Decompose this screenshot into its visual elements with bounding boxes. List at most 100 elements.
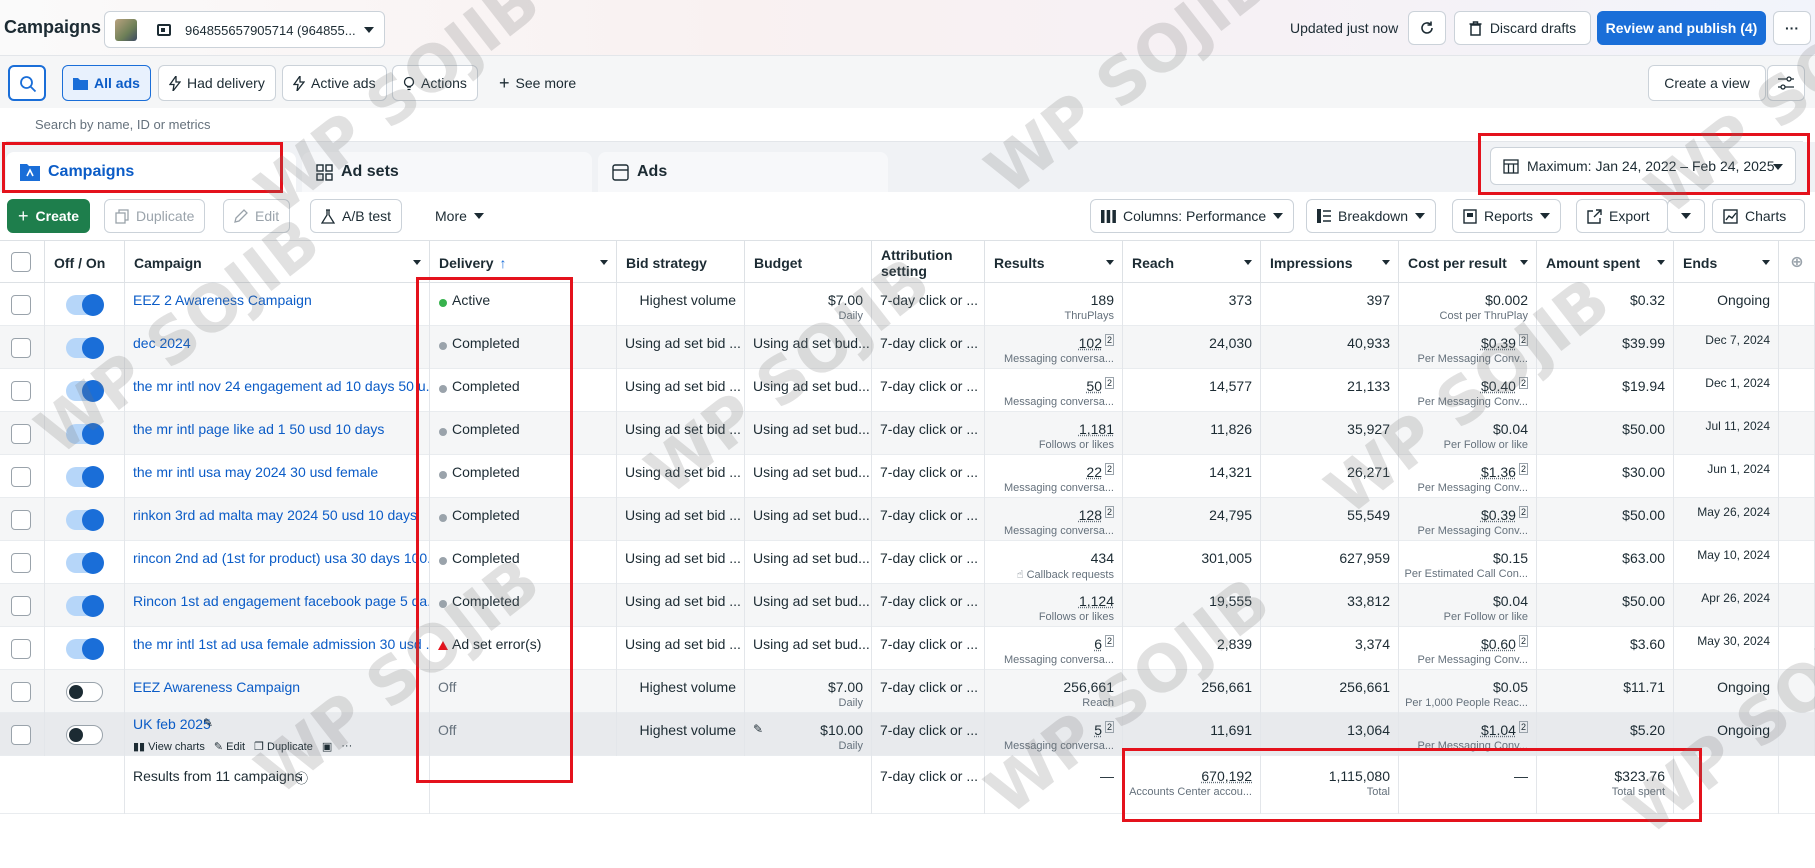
header-bid-strategy[interactable]: Bid strategy [617, 241, 745, 284]
charts-button[interactable]: Charts [1712, 199, 1805, 233]
budget-cell: Using ad set bud... [745, 369, 872, 412]
info-icon[interactable]: ⓘ [295, 768, 308, 787]
date-range-picker[interactable]: Maximum: Jan 24, 2022 – Feb 24, 2025 [1490, 147, 1796, 185]
see-more-filters-button[interactable]: + See more [488, 65, 587, 101]
ab-test-button[interactable]: A/B test [310, 199, 403, 233]
campaign-name-link[interactable]: UK feb 2025 [133, 716, 211, 732]
filter-had-delivery[interactable]: Had delivery [158, 65, 276, 101]
tab-ads[interactable]: Ads [598, 152, 888, 192]
export-button[interactable]: Export [1576, 199, 1668, 233]
table-row[interactable]: the mr intl nov 24 engagement ad 10 days… [0, 369, 1815, 412]
header-impressions[interactable]: Impressions [1261, 241, 1399, 284]
more-button[interactable]: More [424, 199, 495, 233]
row-checkbox[interactable] [11, 467, 31, 487]
campaign-name-link[interactable]: rinkon 3rd ad malta may 2024 50 usd 10 d… [133, 507, 417, 523]
table-row[interactable]: the mr intl usa may 2024 30 usd female C… [0, 455, 1815, 498]
campaign-toggle[interactable] [66, 466, 104, 488]
callback-requests-link[interactable]: ☝ Callback requests [1017, 568, 1114, 581]
filter-all-ads[interactable]: All ads [62, 65, 151, 101]
campaign-toggle[interactable] [66, 294, 104, 316]
header-campaign[interactable]: Campaign [125, 241, 430, 284]
campaign-toggle[interactable] [66, 638, 104, 660]
view-charts-link[interactable]: ▮▮ View charts [133, 740, 205, 753]
more-dots-icon[interactable]: ··· [341, 740, 352, 753]
row-checkbox[interactable] [11, 596, 31, 616]
edit-button[interactable]: Edit [223, 199, 291, 233]
table-row[interactable]: UK feb 2025 ✎ ▮▮ View charts ✎ Edit ❐ Dup… [0, 713, 1815, 756]
row-checkbox[interactable] [11, 295, 31, 315]
reach-cell: 19,555 [1123, 584, 1261, 627]
campaign-toggle[interactable] [66, 552, 104, 574]
breakdown-button[interactable]: Breakdown [1306, 199, 1437, 233]
discard-drafts-button[interactable]: Discard drafts [1454, 11, 1591, 45]
campaign-name-link[interactable]: EEZ Awareness Campaign [133, 679, 300, 695]
row-checkbox[interactable] [11, 553, 31, 573]
row-checkbox[interactable] [11, 424, 31, 444]
row-checkbox[interactable] [11, 381, 31, 401]
tab-campaigns[interactable]: Campaigns [6, 152, 296, 192]
campaign-toggle[interactable] [66, 595, 104, 617]
row-duplicate-link[interactable]: ❐ Duplicate [254, 740, 313, 753]
table-row[interactable]: dec 2024 Completed Using ad set bid ... … [0, 326, 1815, 369]
pencil-icon[interactable]: ✎ [753, 722, 763, 736]
search-button[interactable] [8, 65, 46, 101]
campaign-name-link[interactable]: EEZ 2 Awareness Campaign [133, 292, 312, 308]
header-budget[interactable]: Budget [745, 241, 872, 284]
columns-button[interactable]: Columns: Performance [1090, 199, 1295, 233]
review-publish-button[interactable]: Review and publish (4) [1597, 11, 1766, 45]
delivery-cell: Completed [430, 584, 617, 627]
campaign-toggle[interactable] [66, 337, 104, 359]
header-reach[interactable]: Reach [1123, 241, 1261, 284]
more-options-button[interactable]: ··· [1773, 11, 1811, 45]
row-checkbox[interactable] [11, 639, 31, 659]
header-delivery[interactable]: Delivery ↑ [430, 241, 617, 284]
campaign-name-link[interactable]: rincon 2nd ad (1st for product) usa 30 d… [133, 550, 429, 566]
campaign-name-link[interactable]: the mr intl 1st ad usa female admission … [133, 636, 429, 652]
create-button[interactable]: + Create [7, 199, 91, 233]
table-row[interactable]: EEZ Awareness Campaign Off Highest volum… [0, 670, 1815, 713]
create-view-button[interactable]: Create a view [1648, 65, 1766, 101]
filter-active-ads[interactable]: Active ads [282, 65, 387, 101]
select-all-checkbox[interactable] [11, 252, 31, 272]
account-selector[interactable]: 964855657905714 (964855... [104, 11, 385, 48]
header-cost-per-result[interactable]: Cost per result [1399, 241, 1537, 284]
campaign-name-link[interactable]: Rincon 1st ad engagement facebook page 5… [133, 593, 429, 609]
refresh-button[interactable] [1408, 11, 1446, 45]
campaign-toggle[interactable] [66, 380, 104, 402]
header-off-on[interactable]: Off / On [45, 241, 125, 284]
row-checkbox[interactable] [11, 510, 31, 530]
search-input[interactable]: Search by name, ID or metrics [6, 108, 1803, 142]
header-attribution[interactable]: Attribution setting [872, 241, 985, 284]
image-icon[interactable]: ▣ [322, 740, 332, 753]
pencil-icon[interactable]: ✎ [203, 716, 213, 730]
export-options-button[interactable] [1667, 199, 1705, 233]
tab-ad-sets[interactable]: Ad sets [302, 152, 592, 192]
row-edit-link[interactable]: ✎ Edit [214, 740, 245, 753]
table-row[interactable]: the mr intl page like ad 1 50 usd 10 day… [0, 412, 1815, 455]
row-checkbox[interactable] [11, 725, 31, 745]
campaign-name-link[interactable]: dec 2024 [133, 335, 191, 351]
attribution-cell: 7-day click or ... [872, 627, 985, 670]
table-row[interactable]: rincon 2nd ad (1st for product) usa 30 d… [0, 541, 1815, 584]
view-settings-button[interactable] [1767, 65, 1805, 101]
header-amount-spent[interactable]: Amount spent [1537, 241, 1674, 284]
campaign-name-link[interactable]: the mr intl usa may 2024 30 usd female [133, 464, 378, 480]
table-row[interactable]: Rincon 1st ad engagement facebook page 5… [0, 584, 1815, 627]
reports-button[interactable]: Reports [1452, 199, 1562, 233]
campaign-toggle[interactable] [66, 509, 104, 531]
campaign-toggle[interactable] [66, 423, 104, 445]
campaign-name-link[interactable]: the mr intl nov 24 engagement ad 10 days… [133, 378, 429, 394]
row-checkbox[interactable] [11, 338, 31, 358]
duplicate-button[interactable]: Duplicate [104, 199, 206, 233]
campaign-toggle[interactable] [66, 682, 103, 702]
campaign-name-link[interactable]: the mr intl page like ad 1 50 usd 10 day… [133, 421, 384, 437]
table-row[interactable]: rinkon 3rd ad malta may 2024 50 usd 10 d… [0, 498, 1815, 541]
header-results[interactable]: Results [985, 241, 1123, 284]
table-row[interactable]: the mr intl 1st ad usa female admission … [0, 627, 1815, 670]
table-row[interactable]: EEZ 2 Awareness Campaign Active Highest … [0, 283, 1815, 326]
header-ends[interactable]: Ends [1674, 241, 1779, 284]
add-column-button[interactable]: ⊕ [1779, 241, 1815, 284]
campaign-toggle[interactable] [66, 725, 103, 745]
row-checkbox[interactable] [11, 682, 31, 702]
filter-actions[interactable]: Actions [392, 65, 478, 101]
